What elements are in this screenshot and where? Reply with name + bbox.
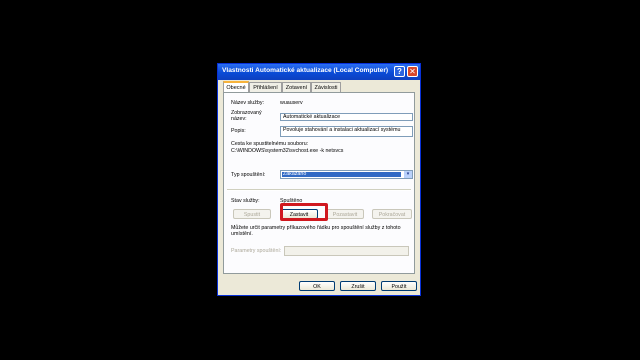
chevron-down-icon[interactable]: ▾: [404, 171, 412, 178]
close-button[interactable]: ✕: [407, 66, 418, 77]
description-label: Popis:: [231, 128, 246, 134]
help-button[interactable]: ?: [394, 66, 405, 77]
exec-path-value: C:\WINDOWS\system32\svchost.exe -k netsv…: [231, 148, 344, 154]
params-label: Parametry spouštění:: [231, 248, 282, 254]
stop-button-highlight: [280, 203, 328, 221]
general-panel: Název služby: wuauserv Zobrazovaný název…: [223, 92, 415, 274]
params-hint-line1: Můžete určit parametry příkazového řádku…: [231, 225, 401, 231]
tab-login[interactable]: Přihlášení: [249, 82, 282, 92]
ok-button[interactable]: OK: [299, 281, 335, 291]
startup-type-value: Zakázáno: [282, 171, 401, 177]
service-properties-dialog: Vlastnosti Automatické aktualizace (Loca…: [217, 63, 421, 296]
service-name-value: wuauserv: [280, 100, 303, 106]
window-title: Vlastnosti Automatické aktualizace (Loca…: [222, 67, 389, 74]
resume-button[interactable]: Pokračovat: [372, 209, 412, 219]
startup-type-label: Typ spouštění:: [231, 172, 266, 178]
title-bar[interactable]: Vlastnosti Automatické aktualizace (Loca…: [218, 64, 420, 80]
start-button[interactable]: Spustit: [233, 209, 271, 219]
params-hint-line2: umístění.: [231, 231, 253, 237]
tab-recovery[interactable]: Zotavení: [282, 82, 311, 92]
service-name-label: Název služby:: [231, 100, 264, 106]
tab-dependencies[interactable]: Závislosti: [311, 82, 341, 92]
startup-type-select[interactable]: Zakázáno ▾: [280, 170, 413, 179]
separator: [227, 189, 411, 191]
pause-button[interactable]: Pozastavit: [326, 209, 364, 219]
status-label: Stav služby:: [231, 198, 260, 204]
exec-path-label: Cesta ke spustitelnému souboru:: [231, 141, 309, 147]
display-name-label-line2: název:: [231, 116, 247, 122]
params-field[interactable]: [284, 246, 409, 256]
cancel-button[interactable]: Zrušit: [340, 281, 376, 291]
tab-general[interactable]: Obecné: [223, 81, 249, 92]
apply-button[interactable]: Použít: [381, 281, 417, 291]
description-field[interactable]: Povoluje stahování a instalaci aktualiza…: [280, 126, 413, 137]
display-name-field[interactable]: Automatické aktualizace: [280, 113, 413, 121]
